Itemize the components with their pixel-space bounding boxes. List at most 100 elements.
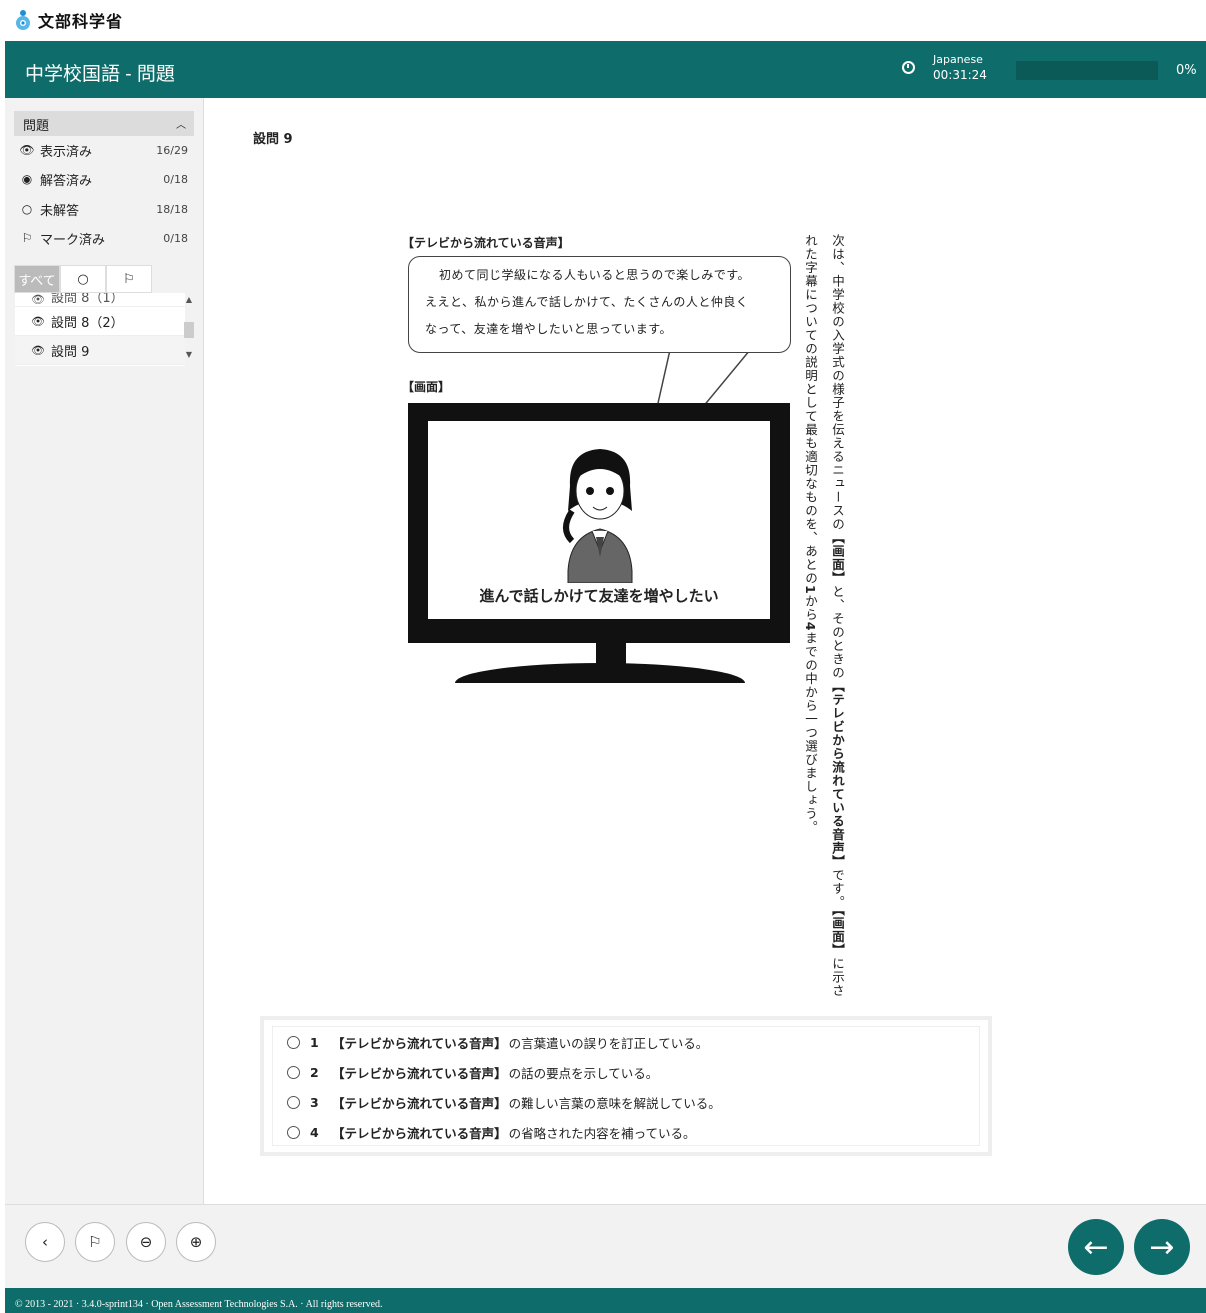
test-header: 中学校国語 - 問題 Japanese 00:31:24 0%	[5, 41, 1206, 98]
tv-stand-base	[455, 663, 745, 683]
stat-flagged: ⚐ マーク済み 0/18	[14, 226, 194, 250]
list-item[interactable]: 👁 設問 8（2）	[15, 307, 185, 336]
prompt-text: から	[803, 594, 818, 622]
list-item[interactable]: 👁 設問 8（1）	[15, 293, 185, 307]
choice-4[interactable]: 4 【テレビから流れている音声】 の省略された内容を補っている。	[273, 1117, 979, 1147]
question-title: 設問 9	[253, 132, 293, 147]
flag-icon: ⚐	[123, 271, 135, 287]
previous-button[interactable]: ←	[1068, 1219, 1124, 1275]
prompt-text: 次は、中学校の入学式の様子を伝えるニュースの	[830, 234, 845, 531]
list-item-label: 設問 8（2）	[50, 315, 124, 331]
question-area: 設問 9 【テレビから流れている音声】 初めて同じ学級になる人もいると思うので楽…	[205, 98, 1206, 1204]
collapse-panel-button[interactable]: ‹	[25, 1222, 65, 1262]
arrow-left-icon: ←	[1083, 1229, 1109, 1265]
prompt-keyword: 【画面】	[830, 531, 845, 585]
choice-text: の省略された内容を補っている。	[508, 1125, 696, 1141]
choice-2[interactable]: 2 【テレビから流れている音声】 の話の要点を示している。	[273, 1057, 979, 1087]
audio-caption: 【テレビから流れている音声】	[402, 236, 570, 250]
filter-flagged-tab[interactable]: ⚐	[106, 265, 152, 293]
choice-3[interactable]: 3 【テレビから流れている音声】 の難しい言葉の意味を解説している。	[273, 1087, 979, 1117]
filter-all-tab[interactable]: すべて	[14, 265, 60, 293]
bubble-line: ええと、私から進んで話しかけて、たくさんの人と仲良く	[425, 295, 749, 309]
stat-unanswered: ○ 未解答 18/18	[14, 197, 194, 221]
screen-caption-label: 【画面】	[402, 380, 451, 394]
choice-keyword: 【テレビから流れている音声】	[332, 1125, 507, 1141]
question-list: 👁 設問 8（1） 👁 設問 8（2） 👁 設問 9	[15, 293, 185, 366]
mext-logo-icon	[16, 10, 30, 30]
eye-icon: 👁	[19, 143, 35, 157]
stat-label: マーク済み	[40, 232, 106, 248]
circle-icon: ○	[77, 271, 89, 287]
flag-icon: ⚐	[21, 231, 33, 245]
progress-percent: 0%	[1176, 63, 1197, 78]
list-item[interactable]: 👁 設問 9	[15, 336, 185, 365]
prompt-text: です。	[830, 868, 845, 910]
radio-button[interactable]	[287, 1035, 300, 1049]
flag-icon: ⚐	[88, 1233, 102, 1251]
subtitle-text: 進んで話しかけて友達を増やしたい	[479, 587, 719, 605]
prompt-column-2: れた字幕についての説明として最も適切なものを、あとの1から4までの中から一つ選び…	[802, 234, 818, 834]
filter-unanswered-tab[interactable]: ○	[60, 265, 106, 293]
clock-icon	[902, 61, 915, 74]
eye-icon: 👁	[31, 343, 45, 357]
choice-keyword: 【テレビから流れている音声】	[332, 1095, 507, 1111]
radio-filled-icon: ◉	[21, 172, 33, 186]
flag-button[interactable]: ⚐	[75, 1222, 115, 1262]
choice-number: 2	[310, 1064, 319, 1080]
stat-count: 18/18	[156, 202, 188, 216]
choice-number: 4	[310, 1124, 319, 1140]
student-illustration	[563, 449, 633, 583]
zoom-out-icon: ⊖	[139, 1233, 153, 1251]
answer-choices: 1 【テレビから流れている音声】 の言葉遣いの誤りを訂正している。 2 【テレビから流…	[260, 1016, 992, 1156]
scroll-up-icon[interactable]: ▲	[183, 295, 195, 304]
prompt-keyword: 4	[803, 621, 818, 632]
radio-button[interactable]	[287, 1125, 300, 1139]
choice-text: の言葉遣いの誤りを訂正している。	[508, 1035, 709, 1051]
choice-1[interactable]: 1 【テレビから流れている音声】 の言葉遣いの誤りを訂正している。	[273, 1027, 979, 1057]
prompt-text: と、そのときの	[830, 585, 845, 680]
stat-count: 16/29	[156, 143, 188, 157]
scroll-down-icon[interactable]: ▼	[183, 350, 195, 359]
stat-viewed: 👁 表示済み 16/29	[14, 138, 194, 162]
prompt-column-1: 次は、中学校の入学式の様子を伝えるニュースの【画面】と、そのときの【テレビから流…	[829, 234, 845, 997]
stat-count: 0/18	[163, 231, 188, 245]
next-button[interactable]: →	[1134, 1219, 1190, 1275]
page-title: 中学校国語 - 問題	[25, 64, 175, 85]
panel-title: 問題	[23, 119, 50, 134]
chevron-up-icon[interactable]: ︿	[176, 116, 186, 131]
stat-label: 表示済み	[40, 144, 93, 160]
zoom-in-button[interactable]: ⊕	[176, 1222, 216, 1262]
eye-icon: 👁	[31, 293, 45, 306]
choice-text: の難しい言葉の意味を解説している。	[508, 1095, 721, 1111]
list-item-label: 設問 8（1）	[50, 293, 124, 306]
prompt-text: れた字幕についての説明として最も適切なものを、あとの	[803, 234, 818, 585]
choice-number: 3	[310, 1094, 319, 1110]
radio-button[interactable]	[287, 1095, 300, 1109]
chevron-left-icon: ‹	[42, 1233, 48, 1251]
brand-name: 文部科学省	[38, 12, 124, 31]
zoom-out-button[interactable]: ⊖	[126, 1222, 166, 1262]
panel-header[interactable]: 問題 ︿	[14, 111, 194, 136]
prompt-text: に示さ	[830, 956, 845, 998]
scroll-thumb[interactable]	[184, 322, 194, 338]
stat-count: 0/18	[163, 172, 188, 186]
prompt-keyword: 1	[803, 585, 818, 595]
speech-bubble: 初めて同じ学級になる人もいると思うので楽しみです。 ええと、私から進んで話しかけ…	[408, 256, 791, 353]
review-panel: 問題 ︿ 👁 表示済み 16/29 ◉ 解答済み 0/18 ○ 未解答 18/1…	[5, 98, 204, 1204]
list-scrollbar[interactable]: ▲ ▼	[183, 295, 195, 365]
tool-bar: ‹ ⚐ ⊖ ⊕ ← →	[5, 1204, 1206, 1288]
radio-button[interactable]	[287, 1065, 300, 1079]
stat-label: 解答済み	[40, 173, 93, 189]
tv-screen: 進んで話しかけて友達を増やしたい	[428, 421, 770, 619]
top-brand-bar: 文部科学省	[0, 0, 1206, 41]
choice-number: 1	[310, 1034, 319, 1050]
stat-label: 未解答	[40, 203, 80, 219]
filter-tabs: すべて ○ ⚐	[14, 265, 152, 293]
choice-keyword: 【テレビから流れている音声】	[332, 1065, 507, 1081]
list-item-label: 設問 9	[50, 344, 90, 360]
prompt-keyword: 【画面】	[830, 909, 845, 957]
bubble-line: 初めて同じ学級になる人もいると思うので楽しみです。	[439, 268, 751, 282]
prompt-keyword: 【テレビから流れている音声】	[830, 679, 845, 869]
language-label: Japanese	[933, 53, 983, 66]
tv-illustration: 進んで話しかけて友達を増やしたい	[408, 403, 790, 643]
